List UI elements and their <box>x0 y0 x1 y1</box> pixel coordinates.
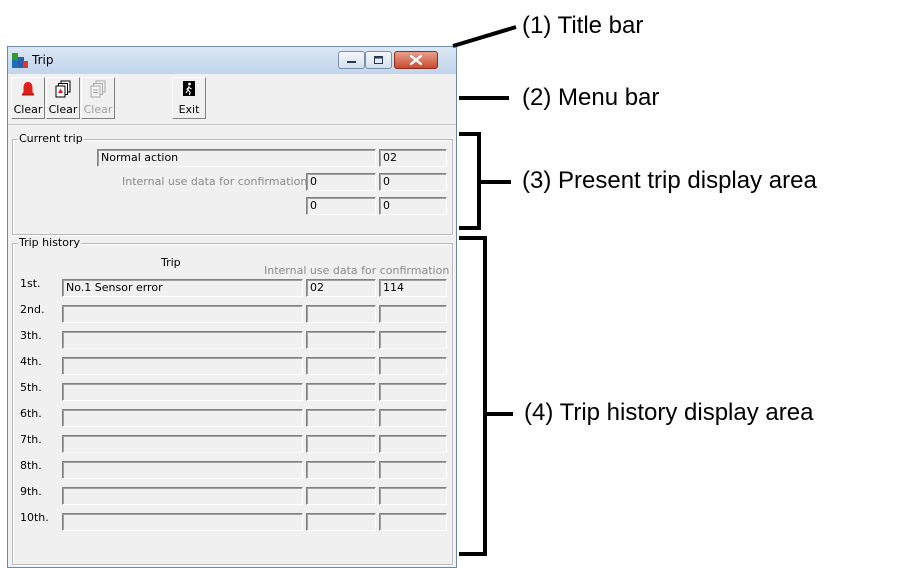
history-data-1-field <box>306 383 376 401</box>
history-data-1-field <box>306 331 376 349</box>
current-trip-name-field: Normal action <box>97 149 376 167</box>
clear-current-trip-button[interactable]: Clear <box>11 77 45 119</box>
history-trip-field <box>62 305 303 323</box>
current-data-1-field: 0 <box>306 173 376 191</box>
current-trip-title: Current trip <box>18 132 84 145</box>
exit-button[interactable]: Exit <box>172 77 206 119</box>
present-trip-annotation: (3) Present trip display area <box>522 167 817 194</box>
clear-current-trip-label: Clear <box>13 103 43 116</box>
current-trip-code-field: 02 <box>379 149 447 167</box>
history-data-1-field <box>306 357 376 375</box>
history-data-2-field <box>379 383 447 401</box>
history-trip-field: No.1 Sensor error <box>62 279 303 297</box>
current-data-4-field: 0 <box>379 197 447 215</box>
history-data-2-field: 114 <box>379 279 447 297</box>
stacked-pages-icon <box>55 80 71 98</box>
history-row-label: 10th. <box>20 511 49 524</box>
title-bar-pointer <box>452 25 517 48</box>
history-row-label: 1st. <box>20 277 41 290</box>
history-trip-field <box>62 513 303 531</box>
history-data-2-field <box>379 305 447 323</box>
title-bar-annotation: (1) Title bar <box>522 12 644 39</box>
trip-history-group: Trip history Trip Internal use data for … <box>12 236 453 565</box>
exit-label: Exit <box>178 103 200 116</box>
history-data-2-field <box>379 461 447 479</box>
history-row-label: 9th. <box>20 485 42 498</box>
history-trip-field <box>62 487 303 505</box>
trip-history-title: Trip history <box>18 236 81 249</box>
history-trip-field <box>62 383 303 401</box>
history-data-1-field <box>306 487 376 505</box>
clear-disabled-label: Clear <box>83 103 113 116</box>
minimize-button[interactable] <box>338 51 365 69</box>
window-title: Trip <box>32 53 54 67</box>
history-row-label: 4th. <box>20 355 42 368</box>
history-data-2-field <box>379 513 447 531</box>
history-trip-field <box>62 331 303 349</box>
trip-column-header: Trip <box>161 256 181 269</box>
present-trip-pointer <box>481 180 511 184</box>
current-data-2-field: 0 <box>379 173 447 191</box>
menu-bar-annotation: (2) Menu bar <box>522 84 660 111</box>
red-bell-icon <box>22 82 34 96</box>
history-trip-field <box>62 357 303 375</box>
history-data-1-field <box>306 305 376 323</box>
trip-app-icon <box>12 53 28 68</box>
history-data-2-field <box>379 409 447 427</box>
maximize-button[interactable] <box>365 51 392 69</box>
history-data-2-field <box>379 331 447 349</box>
history-data-1-field <box>306 513 376 531</box>
history-row-label: 3th. <box>20 329 42 342</box>
current-trip-group: Current trip Normal action 02 Internal u… <box>12 132 453 235</box>
history-row-label: 5th. <box>20 381 42 394</box>
history-trip-field <box>62 409 303 427</box>
current-data-3-field: 0 <box>306 197 376 215</box>
close-icon <box>409 54 423 66</box>
trip-history-annotation: (4) Trip history display area <box>524 399 814 426</box>
title-bar[interactable]: Trip <box>8 47 456 74</box>
history-data-2-field <box>379 487 447 505</box>
current-internal-data-label: Internal use data for confirmation <box>122 175 308 188</box>
minimize-icon <box>347 61 356 63</box>
internal-data-column-header: Internal use data for confirmation <box>264 264 450 277</box>
clear-disabled-button[interactable]: Clear <box>81 77 115 119</box>
history-data-2-field <box>379 435 447 453</box>
history-row-label: 8th. <box>20 459 42 472</box>
history-trip-field <box>62 435 303 453</box>
history-row-label: 7th. <box>20 433 42 446</box>
history-row-label: 2nd. <box>20 303 45 316</box>
stacked-pages-icon <box>90 80 106 98</box>
trip-history-bracket <box>459 236 487 556</box>
history-trip-field <box>62 461 303 479</box>
close-button[interactable] <box>394 51 438 69</box>
history-data-1-field <box>306 409 376 427</box>
history-data-1-field <box>306 461 376 479</box>
menu-bar: Clear Clear Clear Exit <box>8 74 456 125</box>
trip-window: Trip Clear Clear Clear Exit Current trip… <box>7 46 457 568</box>
history-data-1-field: 02 <box>306 279 376 297</box>
exit-door-icon <box>183 81 195 96</box>
present-trip-bracket <box>459 132 481 230</box>
trip-history-pointer <box>487 412 513 416</box>
clear-history-label: Clear <box>48 103 78 116</box>
menu-bar-pointer <box>459 96 509 100</box>
history-data-1-field <box>306 435 376 453</box>
history-data-2-field <box>379 357 447 375</box>
maximize-icon <box>374 56 383 64</box>
clear-history-button[interactable]: Clear <box>46 77 80 119</box>
history-row-label: 6th. <box>20 407 42 420</box>
